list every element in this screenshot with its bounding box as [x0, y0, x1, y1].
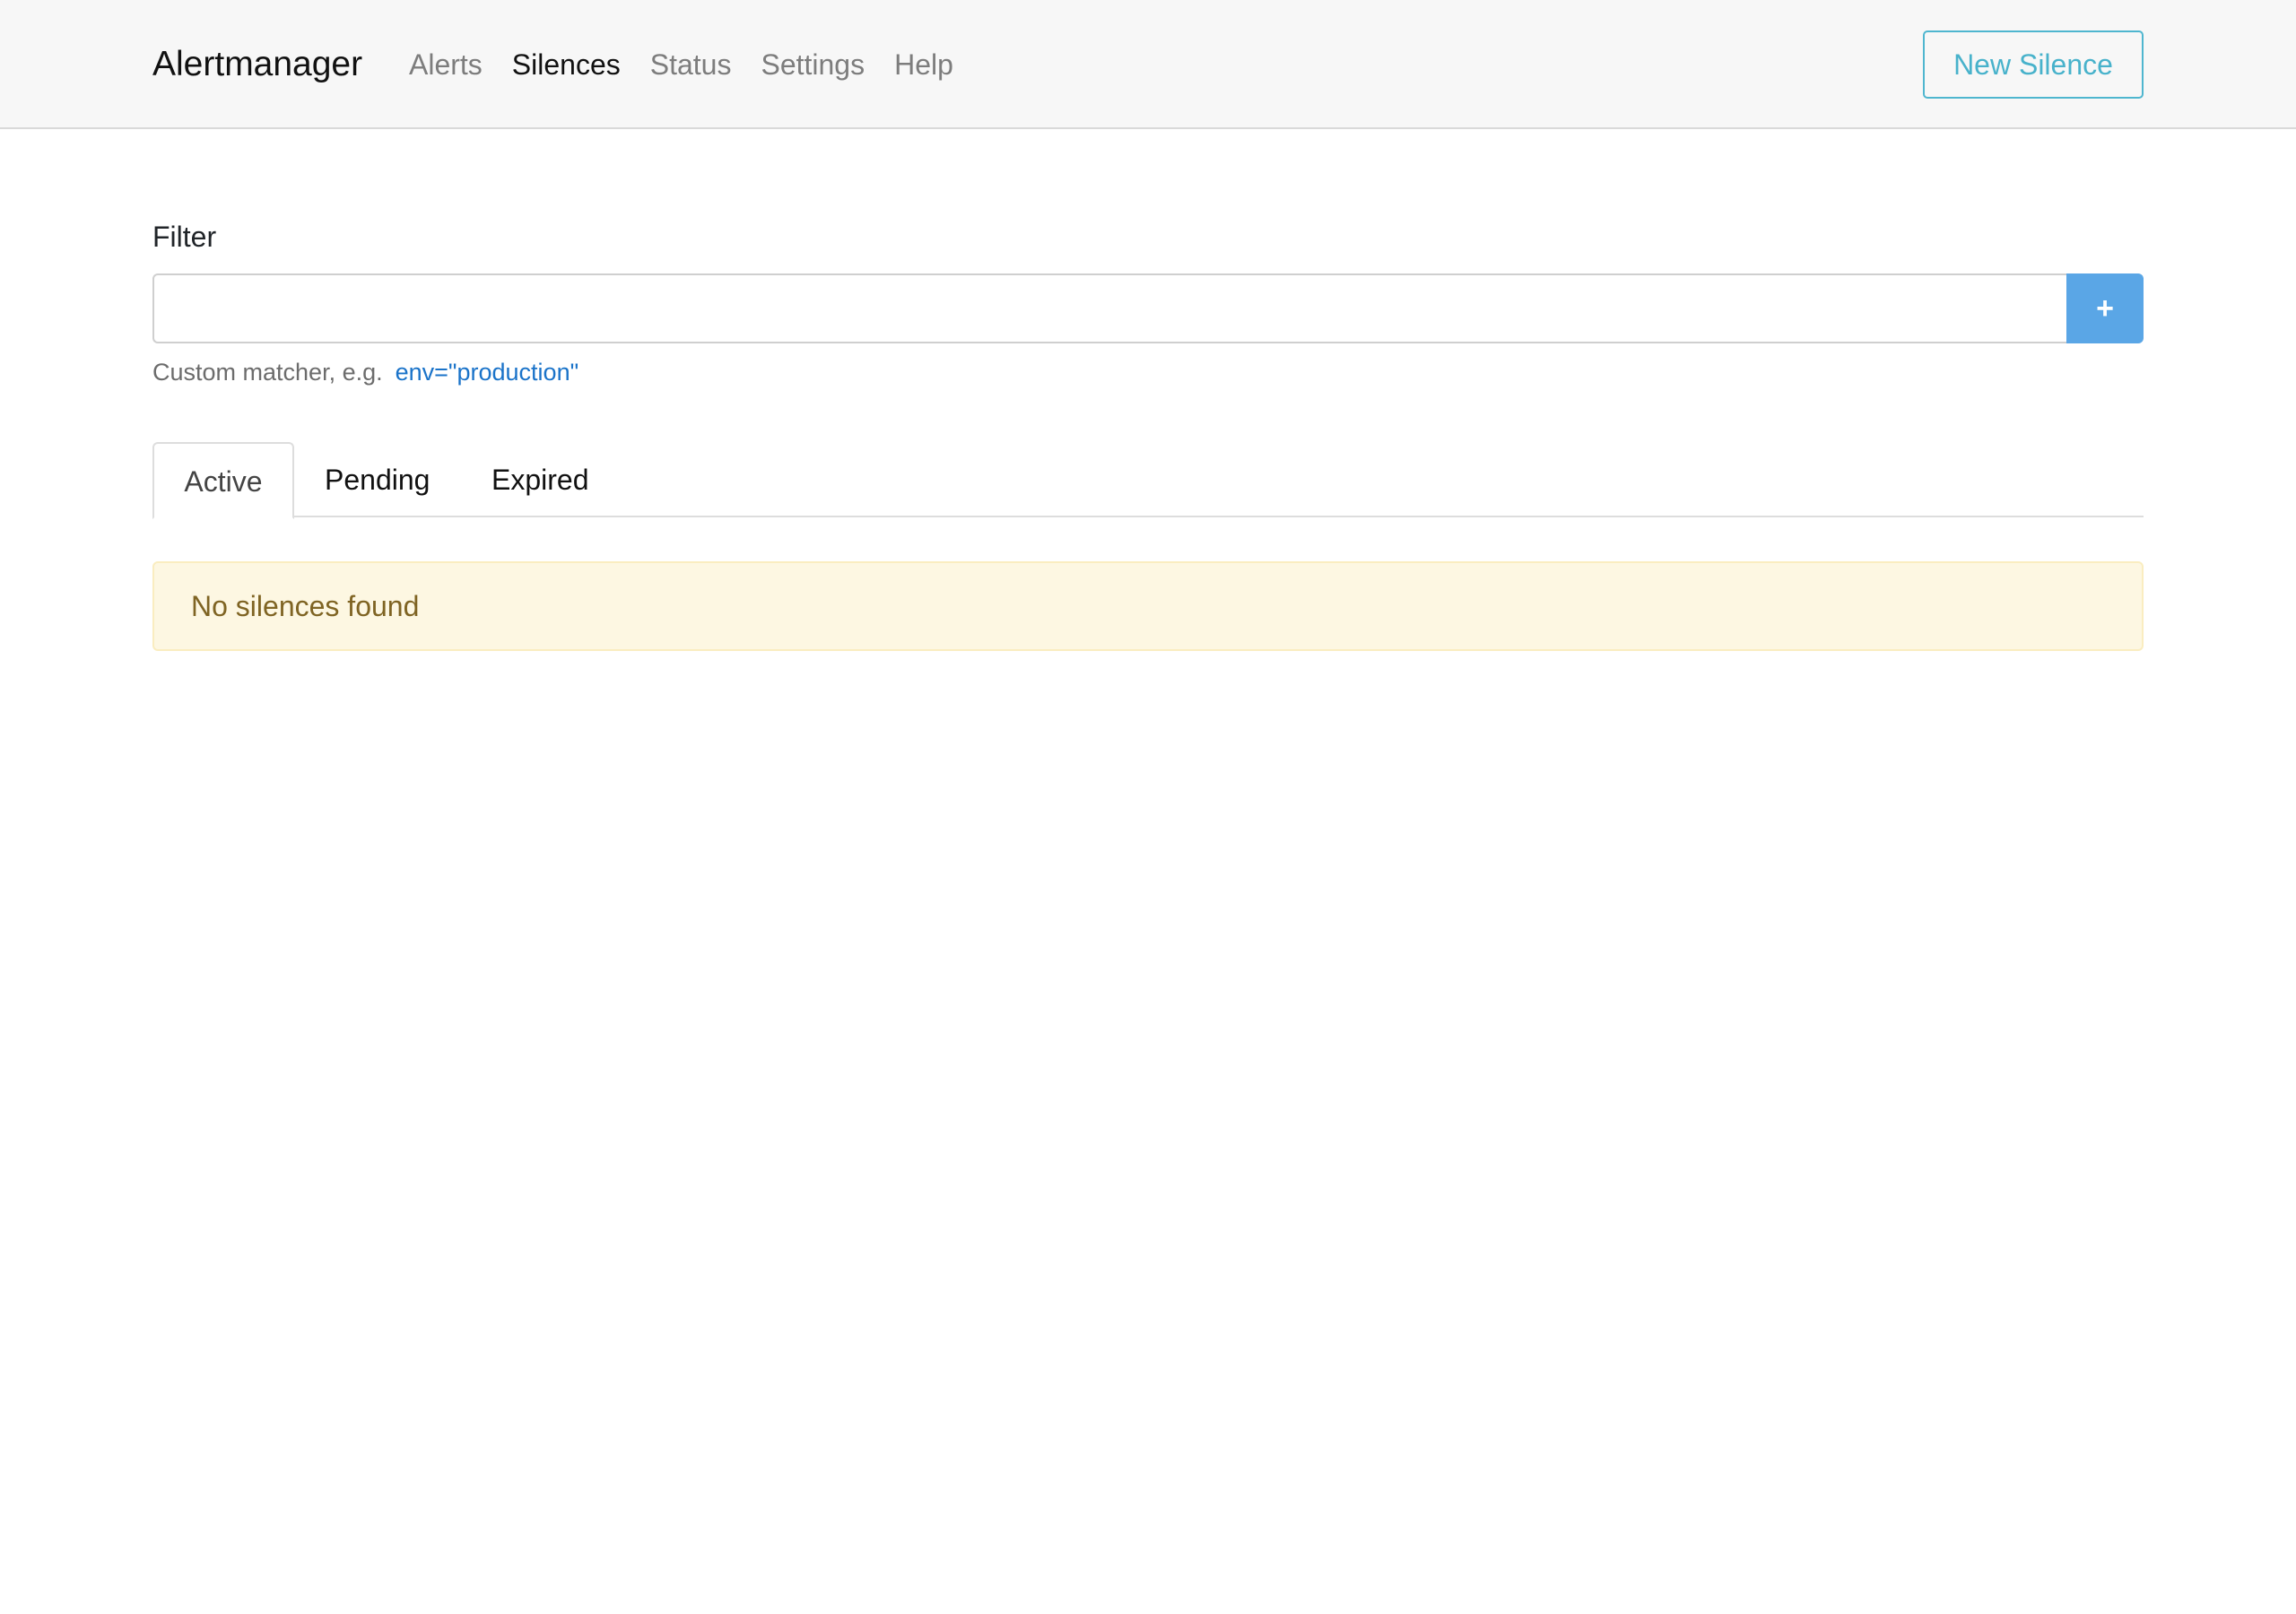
filter-hint-example-link[interactable]: env="production"	[396, 359, 579, 386]
new-silence-button[interactable]: New Silence	[1923, 30, 2144, 99]
nav-link-status[interactable]: Status	[650, 48, 732, 82]
tab-active[interactable]: Active	[152, 442, 294, 519]
silence-tabs: Active Pending Expired	[152, 442, 2144, 519]
nav-link-help[interactable]: Help	[894, 48, 953, 82]
filter-label: Filter	[152, 221, 217, 253]
nav-links: Alerts Silences Status Settings Help	[409, 0, 983, 129]
nav-link-settings[interactable]: Settings	[761, 48, 865, 82]
nav-link-alerts[interactable]: Alerts	[409, 48, 483, 82]
no-silences-alert: No silences found	[152, 561, 2144, 651]
filter-row: +	[152, 273, 2144, 343]
tab-expired[interactable]: Expired	[491, 442, 589, 517]
filter-hint-text: Custom matcher, e.g.	[152, 359, 383, 386]
add-matcher-button[interactable]: +	[2066, 273, 2144, 343]
tab-pending[interactable]: Pending	[325, 442, 430, 517]
nav-link-silences[interactable]: Silences	[512, 48, 621, 82]
navbar: Alertmanager Alerts Silences Status Sett…	[0, 0, 2296, 129]
filter-hint: Custom matcher, e.g. env="production"	[152, 359, 578, 386]
brand-logo[interactable]: Alertmanager	[152, 0, 362, 129]
filter-input[interactable]	[152, 273, 2066, 343]
